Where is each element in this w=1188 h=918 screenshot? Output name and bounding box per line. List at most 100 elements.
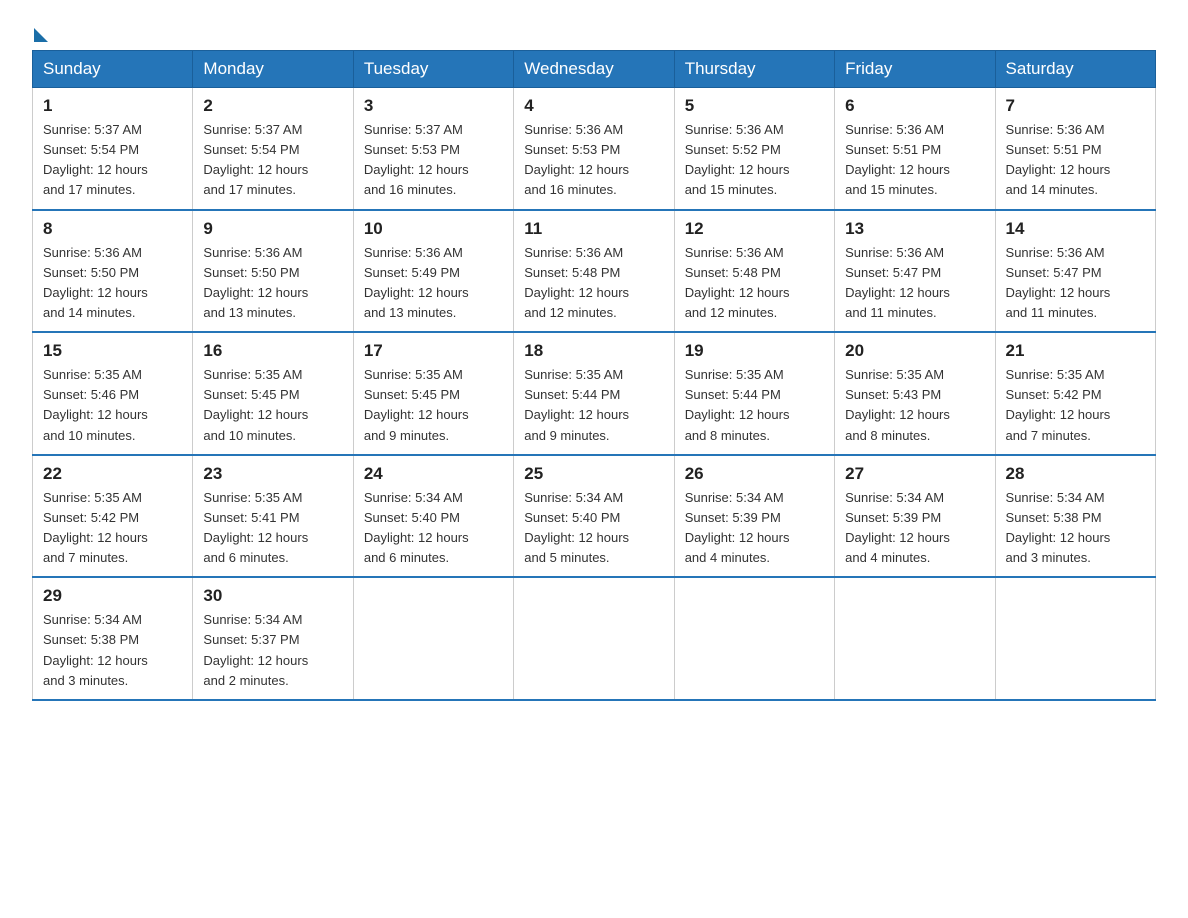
day-number: 1	[43, 96, 182, 116]
day-number: 14	[1006, 219, 1145, 239]
day-number: 8	[43, 219, 182, 239]
day-info: Sunrise: 5:34 AMSunset: 5:40 PMDaylight:…	[364, 488, 503, 569]
day-info: Sunrise: 5:36 AMSunset: 5:51 PMDaylight:…	[845, 120, 984, 201]
day-number: 22	[43, 464, 182, 484]
day-number: 24	[364, 464, 503, 484]
day-number: 20	[845, 341, 984, 361]
day-number: 15	[43, 341, 182, 361]
day-number: 12	[685, 219, 824, 239]
day-number: 9	[203, 219, 342, 239]
day-info: Sunrise: 5:35 AMSunset: 5:43 PMDaylight:…	[845, 365, 984, 446]
calendar-cell: 11 Sunrise: 5:36 AMSunset: 5:48 PMDayligh…	[514, 210, 674, 333]
calendar-cell	[835, 577, 995, 700]
day-info: Sunrise: 5:35 AMSunset: 5:46 PMDaylight:…	[43, 365, 182, 446]
calendar-cell: 2 Sunrise: 5:37 AMSunset: 5:54 PMDaylight…	[193, 88, 353, 210]
day-number: 26	[685, 464, 824, 484]
day-info: Sunrise: 5:36 AMSunset: 5:48 PMDaylight:…	[524, 243, 663, 324]
calendar-cell: 17 Sunrise: 5:35 AMSunset: 5:45 PMDayligh…	[353, 332, 513, 455]
day-info: Sunrise: 5:36 AMSunset: 5:51 PMDaylight:…	[1006, 120, 1145, 201]
day-number: 23	[203, 464, 342, 484]
day-info: Sunrise: 5:37 AMSunset: 5:53 PMDaylight:…	[364, 120, 503, 201]
day-info: Sunrise: 5:37 AMSunset: 5:54 PMDaylight:…	[203, 120, 342, 201]
calendar-cell: 29 Sunrise: 5:34 AMSunset: 5:38 PMDayligh…	[33, 577, 193, 700]
day-number: 5	[685, 96, 824, 116]
day-info: Sunrise: 5:36 AMSunset: 5:47 PMDaylight:…	[845, 243, 984, 324]
day-number: 28	[1006, 464, 1145, 484]
day-info: Sunrise: 5:34 AMSunset: 5:40 PMDaylight:…	[524, 488, 663, 569]
day-info: Sunrise: 5:36 AMSunset: 5:48 PMDaylight:…	[685, 243, 824, 324]
logo	[32, 24, 48, 38]
day-info: Sunrise: 5:36 AMSunset: 5:47 PMDaylight:…	[1006, 243, 1145, 324]
calendar-cell: 4 Sunrise: 5:36 AMSunset: 5:53 PMDaylight…	[514, 88, 674, 210]
calendar-cell: 12 Sunrise: 5:36 AMSunset: 5:48 PMDayligh…	[674, 210, 834, 333]
calendar-week-row: 29 Sunrise: 5:34 AMSunset: 5:38 PMDayligh…	[33, 577, 1156, 700]
calendar-cell: 24 Sunrise: 5:34 AMSunset: 5:40 PMDayligh…	[353, 455, 513, 578]
day-info: Sunrise: 5:35 AMSunset: 5:45 PMDaylight:…	[364, 365, 503, 446]
day-info: Sunrise: 5:35 AMSunset: 5:44 PMDaylight:…	[685, 365, 824, 446]
calendar-week-row: 22Sunrise: 5:35 AMSunset: 5:42 PMDayligh…	[33, 455, 1156, 578]
day-info: Sunrise: 5:35 AMSunset: 5:41 PMDaylight:…	[203, 488, 342, 569]
day-info: Sunrise: 5:36 AMSunset: 5:50 PMDaylight:…	[43, 243, 182, 324]
calendar-cell: 25 Sunrise: 5:34 AMSunset: 5:40 PMDayligh…	[514, 455, 674, 578]
calendar-header-tuesday: Tuesday	[353, 51, 513, 88]
calendar-cell: 14 Sunrise: 5:36 AMSunset: 5:47 PMDayligh…	[995, 210, 1155, 333]
calendar-cell: 9 Sunrise: 5:36 AMSunset: 5:50 PMDaylight…	[193, 210, 353, 333]
day-info: Sunrise: 5:36 AMSunset: 5:53 PMDaylight:…	[524, 120, 663, 201]
day-number: 2	[203, 96, 342, 116]
calendar-cell: 1Sunrise: 5:37 AMSunset: 5:54 PMDaylight…	[33, 88, 193, 210]
calendar-cell: 13 Sunrise: 5:36 AMSunset: 5:47 PMDayligh…	[835, 210, 995, 333]
calendar-header-thursday: Thursday	[674, 51, 834, 88]
calendar-cell: 8 Sunrise: 5:36 AMSunset: 5:50 PMDaylight…	[33, 210, 193, 333]
calendar-header-friday: Friday	[835, 51, 995, 88]
calendar-cell	[514, 577, 674, 700]
day-info: Sunrise: 5:36 AMSunset: 5:52 PMDaylight:…	[685, 120, 824, 201]
calendar-header-row: SundayMondayTuesdayWednesdayThursdayFrid…	[33, 51, 1156, 88]
calendar-cell: 26Sunrise: 5:34 AMSunset: 5:39 PMDayligh…	[674, 455, 834, 578]
day-info: Sunrise: 5:35 AMSunset: 5:45 PMDaylight:…	[203, 365, 342, 446]
calendar-cell: 27Sunrise: 5:34 AMSunset: 5:39 PMDayligh…	[835, 455, 995, 578]
day-number: 13	[845, 219, 984, 239]
day-info: Sunrise: 5:35 AMSunset: 5:42 PMDaylight:…	[1006, 365, 1145, 446]
calendar-cell	[995, 577, 1155, 700]
calendar-cell: 19Sunrise: 5:35 AMSunset: 5:44 PMDayligh…	[674, 332, 834, 455]
day-number: 4	[524, 96, 663, 116]
day-number: 29	[43, 586, 182, 606]
calendar-header-wednesday: Wednesday	[514, 51, 674, 88]
day-info: Sunrise: 5:34 AMSunset: 5:38 PMDaylight:…	[1006, 488, 1145, 569]
calendar-cell: 22Sunrise: 5:35 AMSunset: 5:42 PMDayligh…	[33, 455, 193, 578]
day-info: Sunrise: 5:36 AMSunset: 5:50 PMDaylight:…	[203, 243, 342, 324]
calendar-cell: 30 Sunrise: 5:34 AMSunset: 5:37 PMDayligh…	[193, 577, 353, 700]
calendar-cell: 28 Sunrise: 5:34 AMSunset: 5:38 PMDayligh…	[995, 455, 1155, 578]
day-number: 11	[524, 219, 663, 239]
calendar-cell	[353, 577, 513, 700]
calendar-week-row: 15 Sunrise: 5:35 AMSunset: 5:46 PMDayligh…	[33, 332, 1156, 455]
calendar-cell: 6 Sunrise: 5:36 AMSunset: 5:51 PMDaylight…	[835, 88, 995, 210]
calendar-header-monday: Monday	[193, 51, 353, 88]
calendar-header-sunday: Sunday	[33, 51, 193, 88]
day-info: Sunrise: 5:34 AMSunset: 5:38 PMDaylight:…	[43, 610, 182, 691]
calendar-table: SundayMondayTuesdayWednesdayThursdayFrid…	[32, 50, 1156, 701]
day-number: 25	[524, 464, 663, 484]
day-info: Sunrise: 5:34 AMSunset: 5:37 PMDaylight:…	[203, 610, 342, 691]
calendar-cell: 16 Sunrise: 5:35 AMSunset: 5:45 PMDayligh…	[193, 332, 353, 455]
calendar-cell	[674, 577, 834, 700]
calendar-cell: 21 Sunrise: 5:35 AMSunset: 5:42 PMDayligh…	[995, 332, 1155, 455]
calendar-cell: 7 Sunrise: 5:36 AMSunset: 5:51 PMDaylight…	[995, 88, 1155, 210]
day-info: Sunrise: 5:36 AMSunset: 5:49 PMDaylight:…	[364, 243, 503, 324]
day-info: Sunrise: 5:34 AMSunset: 5:39 PMDaylight:…	[845, 488, 984, 569]
day-number: 21	[1006, 341, 1145, 361]
calendar-cell: 15 Sunrise: 5:35 AMSunset: 5:46 PMDayligh…	[33, 332, 193, 455]
day-number: 7	[1006, 96, 1145, 116]
calendar-cell: 18Sunrise: 5:35 AMSunset: 5:44 PMDayligh…	[514, 332, 674, 455]
calendar-cell: 20 Sunrise: 5:35 AMSunset: 5:43 PMDayligh…	[835, 332, 995, 455]
day-number: 30	[203, 586, 342, 606]
day-number: 16	[203, 341, 342, 361]
day-number: 3	[364, 96, 503, 116]
page-header	[32, 24, 1156, 38]
calendar-cell: 3 Sunrise: 5:37 AMSunset: 5:53 PMDaylight…	[353, 88, 513, 210]
calendar-cell: 23 Sunrise: 5:35 AMSunset: 5:41 PMDayligh…	[193, 455, 353, 578]
calendar-cell: 5 Sunrise: 5:36 AMSunset: 5:52 PMDaylight…	[674, 88, 834, 210]
day-number: 17	[364, 341, 503, 361]
calendar-week-row: 8 Sunrise: 5:36 AMSunset: 5:50 PMDaylight…	[33, 210, 1156, 333]
day-number: 6	[845, 96, 984, 116]
